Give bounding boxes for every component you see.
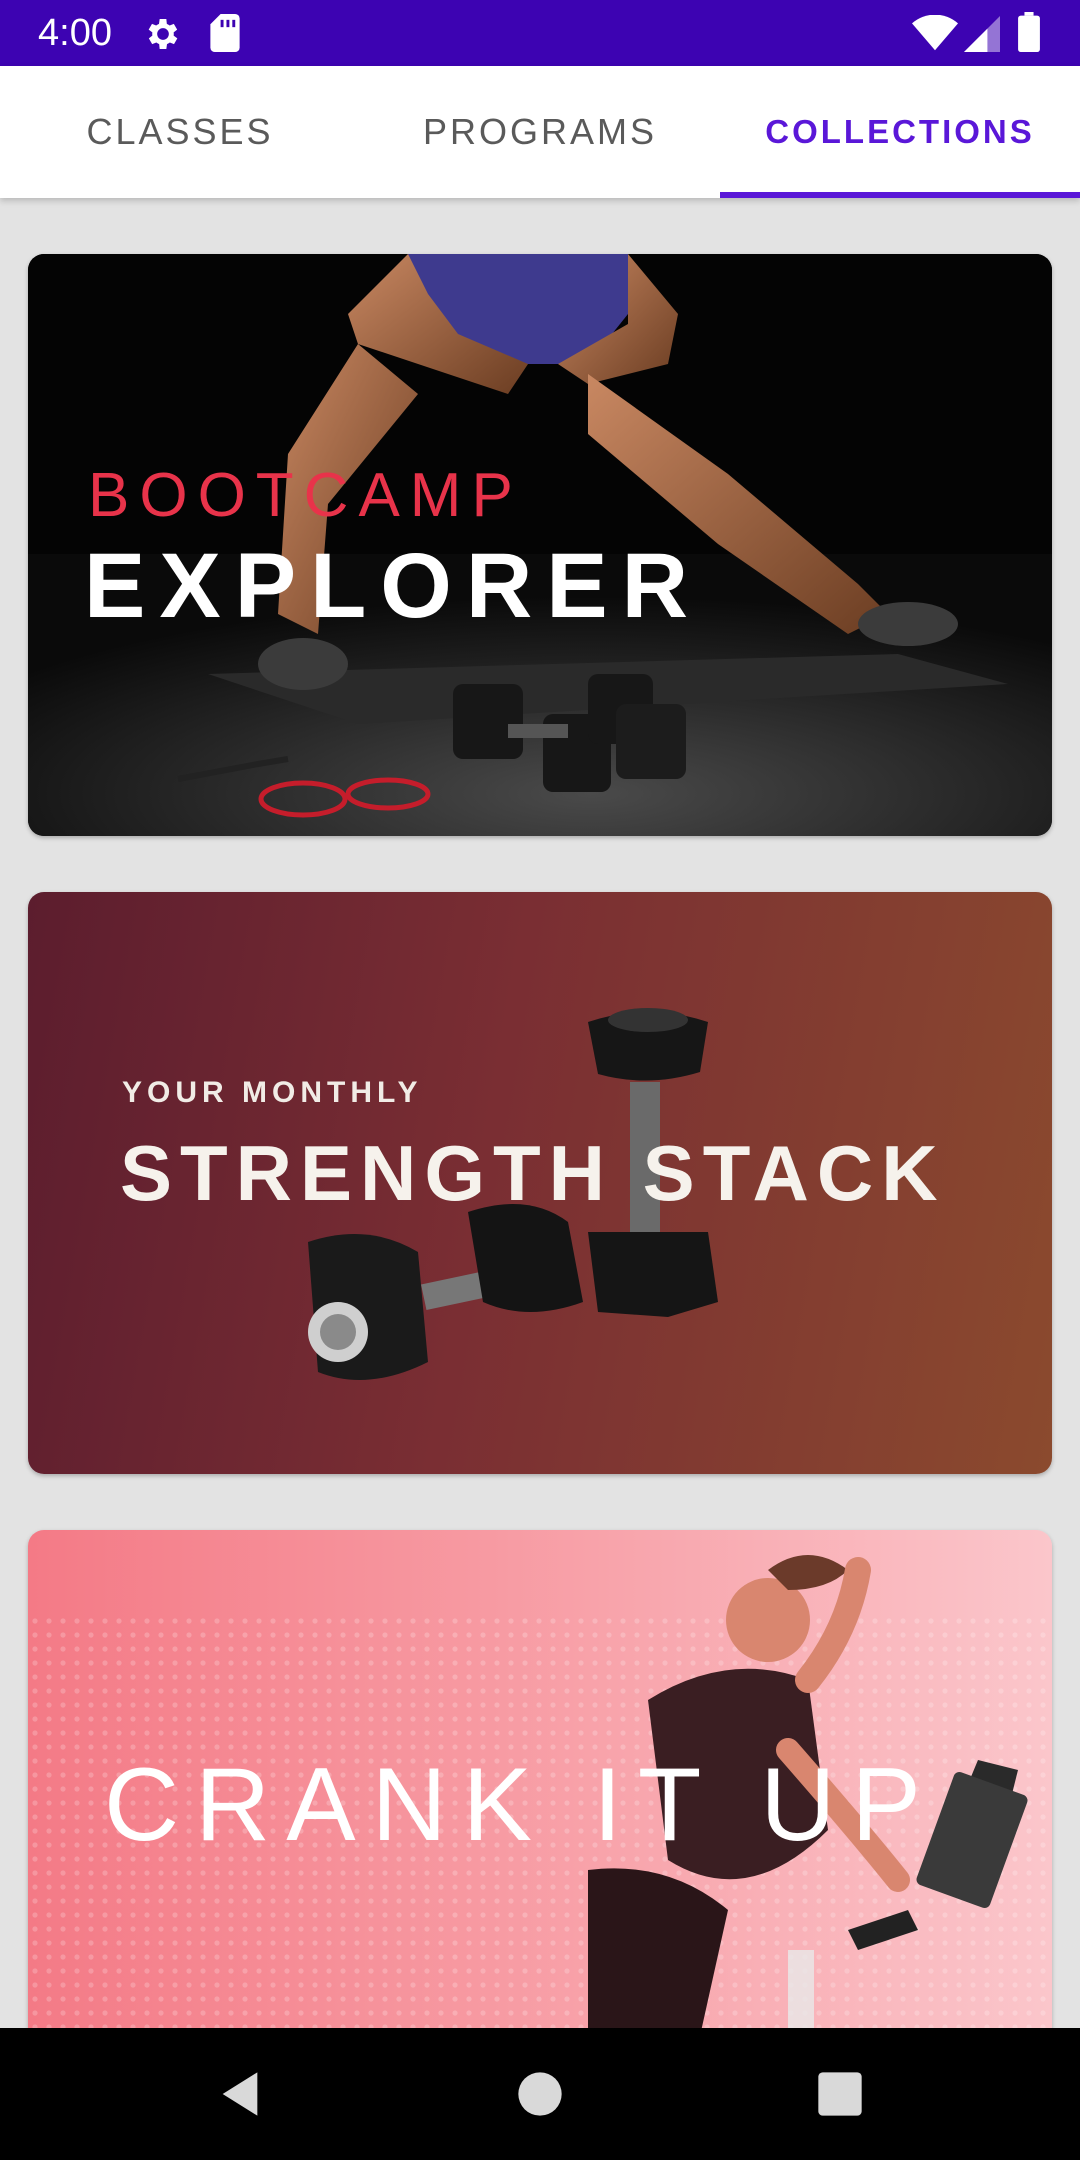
sd-card-icon	[210, 14, 240, 52]
tab-classes[interactable]: CLASSES	[0, 66, 360, 198]
tab-classes-label: CLASSES	[86, 111, 274, 152]
status-time: 4:00	[38, 12, 112, 54]
battery-icon	[1018, 12, 1040, 52]
collection-card-strength-stack[interactable]: YOUR MONTHLY STRENGTH STACK	[28, 892, 1052, 1474]
tab-programs[interactable]: PROGRAMS	[360, 66, 720, 198]
collection-title-line1: BOOTCAMP	[88, 461, 523, 530]
tab-programs-label: PROGRAMS	[422, 111, 658, 152]
signal-icon	[964, 16, 1000, 52]
tab-collections-label: COLLECTIONS	[765, 113, 1035, 150]
collection-title-line2: STRENGTH STACK	[120, 1129, 946, 1217]
collection-title-line2: EXPLORER	[84, 535, 703, 637]
gear-icon	[148, 19, 178, 49]
tab-collections[interactable]: COLLECTIONS	[720, 66, 1080, 198]
collection-title: CRANK IT UP	[104, 1747, 937, 1863]
collection-card-bootcamp-explorer[interactable]: BOOTCAMP EXPLORER	[28, 254, 1052, 836]
collections-list[interactable]: BOOTCAMP EXPLORER YOUR MONTHLY STRENGTH …	[0, 198, 1080, 2028]
wifi-icon	[912, 15, 958, 51]
tab-bar: CLASSES PROGRAMS COLLECTIONS	[0, 66, 1080, 198]
back-icon[interactable]	[214, 2068, 266, 2120]
recents-icon[interactable]	[814, 2068, 866, 2120]
status-bar: 4:00	[0, 0, 1080, 66]
home-icon[interactable]	[514, 2068, 566, 2120]
collection-card-crank-it-up[interactable]: CRANK IT UP	[28, 1530, 1052, 2028]
collection-title-line1: YOUR MONTHLY	[122, 1076, 423, 1109]
tab-indicator	[720, 192, 1080, 198]
navigation-bar	[0, 2028, 1080, 2160]
